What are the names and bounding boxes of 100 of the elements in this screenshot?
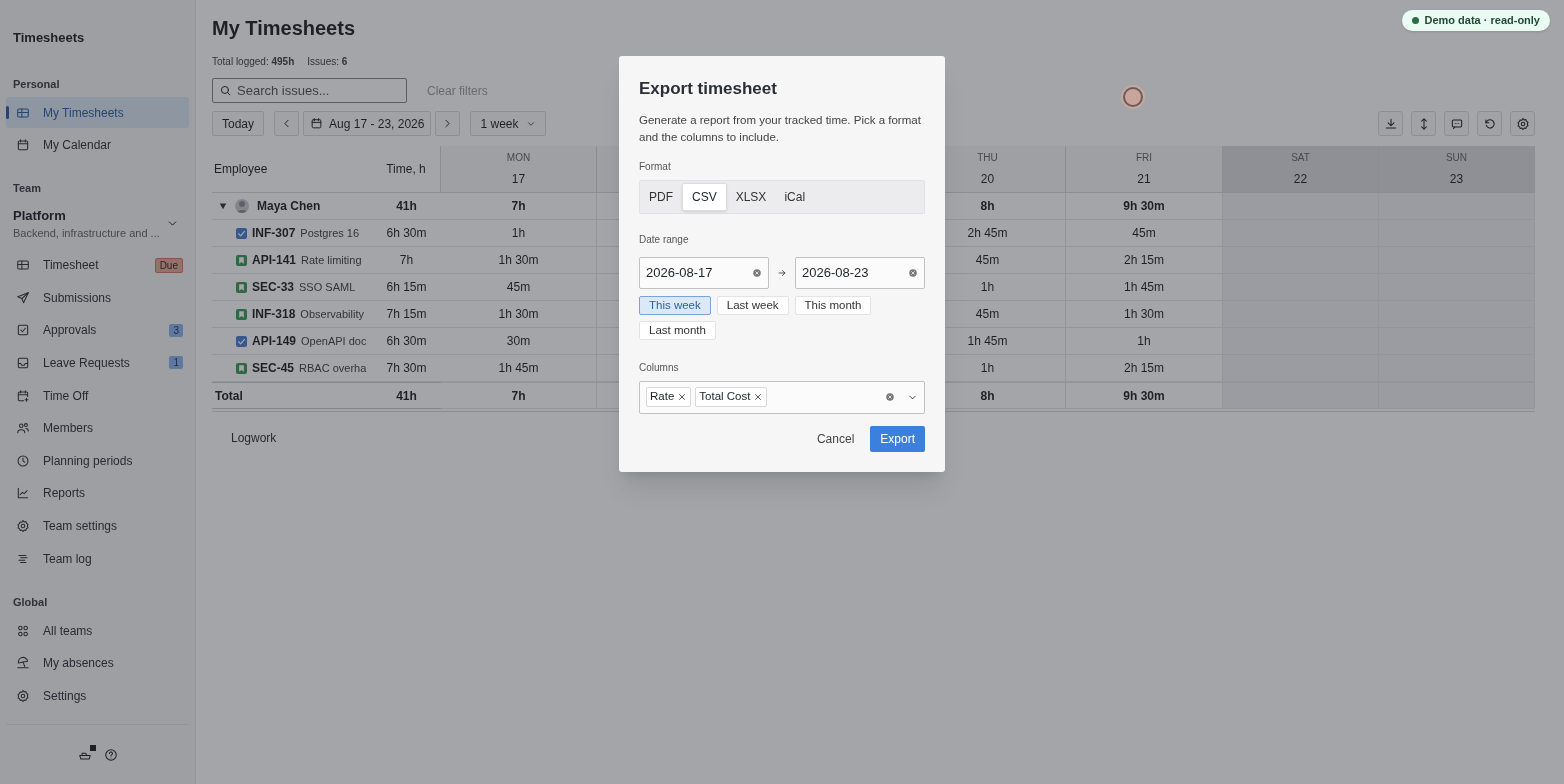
team-name: Platform (13, 206, 67, 225)
table-cell: 45m (441, 274, 597, 301)
preset-button[interactable]: Last month (639, 320, 716, 340)
app-title: Timesheets (12, 29, 86, 47)
issue-key[interactable]: API-141 (252, 251, 297, 269)
story-bookmark-icon (236, 254, 247, 266)
issue-key[interactable]: SEC-45 (252, 359, 295, 377)
sidebar-item[interactable]: Leave Requests 1 (6, 347, 189, 379)
day-header: SUN 23 (1379, 146, 1535, 193)
date-field[interactable]: 2026-08-23 (795, 256, 925, 289)
toolbar-button[interactable] (1378, 111, 1403, 136)
cursor-marker-icon (1123, 87, 1143, 107)
sidebar-item[interactable]: Members (6, 412, 189, 444)
table-cell: 1h 45m (441, 355, 597, 382)
sidebar-item[interactable]: Reports (6, 477, 189, 509)
clear-icon (752, 267, 762, 278)
issue-summary: Rate limiting (301, 252, 362, 268)
story-bookmark-icon (236, 308, 247, 320)
table-cell: 1h 30m (441, 301, 597, 328)
section-heading: Global (12, 594, 49, 610)
sidebar-item[interactable]: My absences (6, 647, 189, 679)
stat-text: Total logged: 495h (212, 55, 295, 69)
sidebar-item[interactable]: Settings (6, 680, 189, 712)
remove-icon (753, 392, 764, 402)
table-cell: 7h (441, 382, 597, 409)
sidebar-item[interactable]: Approvals 3 (6, 314, 189, 346)
issue-key[interactable]: SEC-33 (252, 278, 295, 296)
field-label: Format (639, 159, 672, 174)
calendar-plus-icon (16, 388, 30, 403)
expand-toggle[interactable] (219, 201, 227, 211)
field-label: Columns (639, 360, 680, 375)
toolbar-button[interactable] (1411, 111, 1436, 136)
table-cell: 1h (441, 220, 597, 247)
search-icon (219, 84, 232, 97)
cancel-button[interactable]: Cancel (810, 425, 861, 452)
date-field[interactable]: 2026-08-17 (639, 256, 769, 289)
inbox-icon (16, 355, 30, 370)
employee-name: Maya Chen (257, 198, 321, 215)
avatar (235, 199, 249, 213)
table-cell: 6h 30m (372, 328, 441, 355)
table-icon (16, 105, 30, 120)
arrow-right-icon (777, 267, 787, 278)
issue-key[interactable]: INF-307 (252, 224, 296, 242)
calendar-icon (310, 117, 324, 130)
format-tab[interactable]: iCal (775, 182, 815, 211)
download-icon (1383, 116, 1398, 131)
calendar-icon (16, 138, 30, 153)
table-cell: 41h (372, 193, 441, 220)
export-button[interactable]: Export (870, 425, 925, 452)
sidebar-item[interactable]: My Calendar (6, 129, 189, 161)
toolbar-button[interactable] (1444, 111, 1469, 136)
day-header: FRI 21 (1066, 146, 1223, 193)
search-field[interactable]: Search issues... (212, 78, 407, 103)
issue-summary: OpenAPI doc (301, 333, 367, 349)
stat-text: Issues: 6 (307, 55, 348, 69)
sidebar-item[interactable]: Submissions (6, 282, 189, 314)
today-button[interactable]: Today (212, 111, 265, 136)
settings-icon (16, 688, 30, 703)
team-description: Backend, infrastructure and ... (13, 226, 161, 242)
dialog-title: Export timesheet (639, 78, 778, 100)
day-header: MON 17 (441, 146, 597, 193)
columns-select[interactable]: Rate Total Cost (639, 380, 925, 414)
task-checkbox-icon (236, 227, 247, 239)
table-cell: 41h (372, 382, 441, 409)
toolbar-button[interactable] (1477, 111, 1502, 136)
date-range-button[interactable]: Aug 17 - 23, 2026 (303, 111, 432, 136)
format-tab[interactable]: XLSX (726, 182, 776, 211)
team-selector[interactable]: Platform Backend, infrastructure and ... (6, 201, 189, 246)
period-dropdown[interactable]: 1 week (470, 111, 547, 136)
badge: 1 (169, 356, 183, 370)
settings-icon (1515, 116, 1530, 131)
sidebar-item[interactable]: Team log (6, 543, 189, 575)
table-cell: 9h 30m (1066, 382, 1223, 409)
issue-summary: Postgres 16 (300, 225, 360, 241)
sidebar-item[interactable]: My Timesheets (6, 97, 189, 128)
toolbar-button[interactable] (1510, 111, 1535, 136)
preset-button[interactable]: This month (794, 295, 872, 315)
table-cell: 7h 15m (372, 301, 441, 328)
badge: 3 (169, 323, 183, 337)
groups-icon (16, 623, 30, 638)
format-tab[interactable]: CSV (682, 182, 727, 211)
issue-key[interactable]: INF-318 (252, 305, 296, 323)
clear-icon (908, 267, 918, 278)
format-tab[interactable]: PDF (640, 182, 682, 211)
preset-button[interactable]: Last week (716, 295, 789, 315)
sidebar-item[interactable]: Team settings (6, 510, 189, 542)
comment-icon (1449, 116, 1464, 131)
badge: Due (154, 257, 183, 273)
issue-key[interactable]: API-149 (252, 332, 297, 350)
dialog-description: Generate a report from your tracked time. Pick a format and the columns to include. (639, 112, 922, 145)
sidebar-item[interactable]: Time Off (6, 380, 189, 412)
settings-icon (16, 518, 30, 533)
issue-summary: SSO SAML (299, 279, 356, 295)
issue-summary: Observability (300, 306, 364, 322)
preset-button[interactable]: This week (639, 295, 711, 315)
sidebar-item[interactable]: All teams (6, 615, 189, 647)
logwork-label: Logwork (231, 430, 277, 447)
section-heading: Personal (12, 76, 61, 92)
sidebar-item[interactable]: Timesheet Due (6, 249, 189, 281)
sidebar-item[interactable]: Planning periods (6, 445, 189, 477)
